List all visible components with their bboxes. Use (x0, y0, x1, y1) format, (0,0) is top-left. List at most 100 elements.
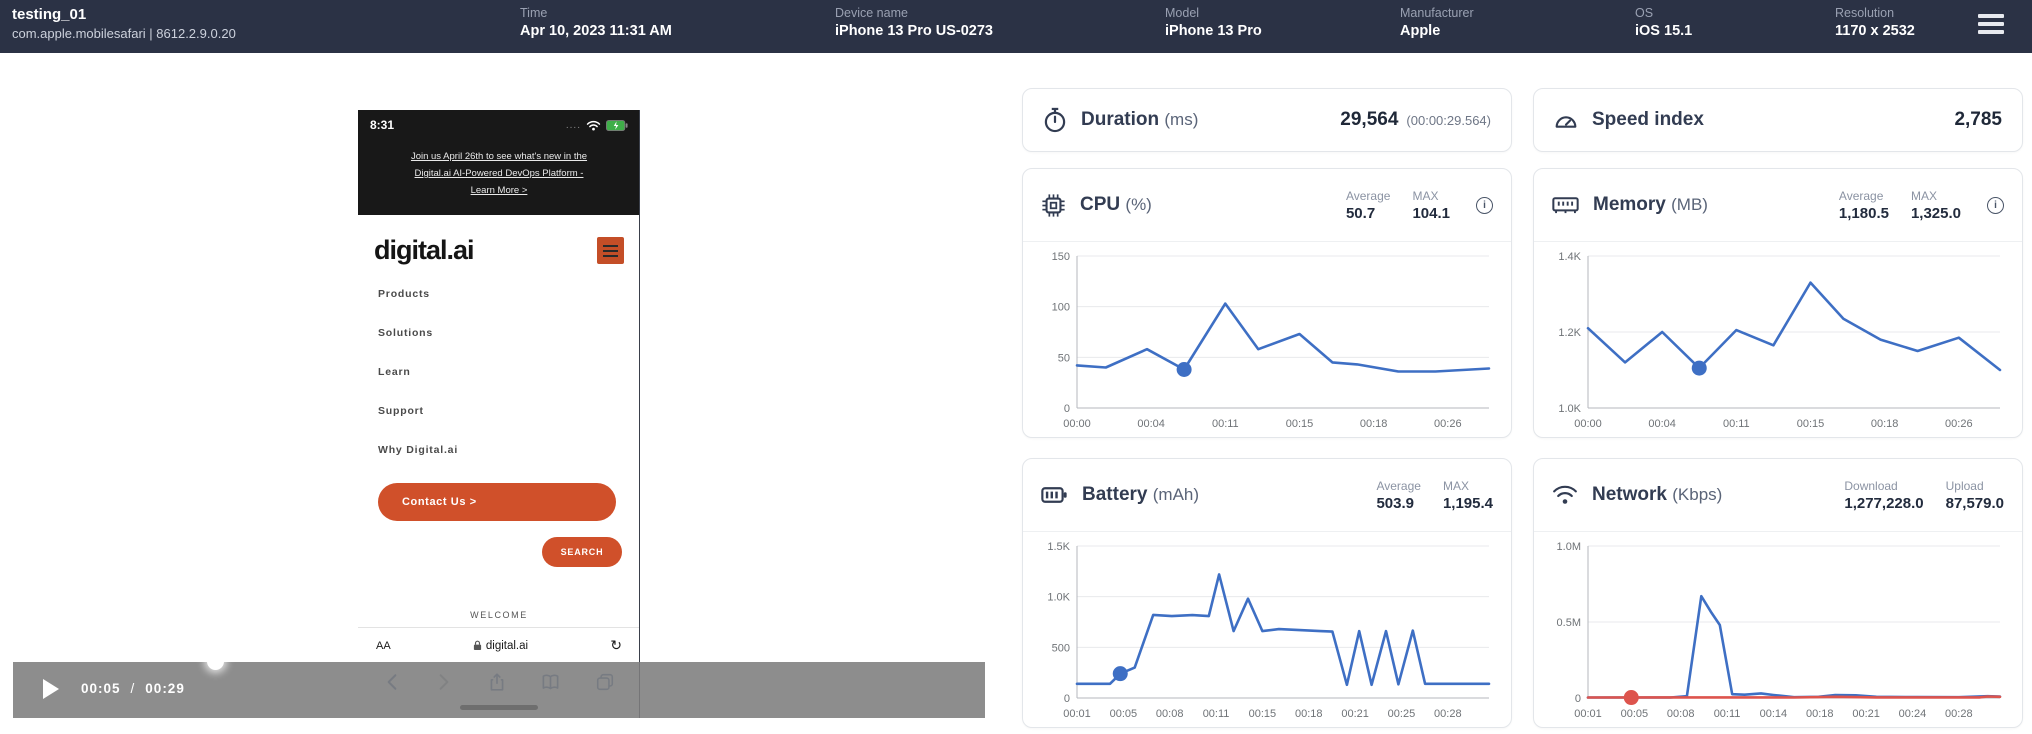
network-wifi-icon (1553, 485, 1577, 504)
svg-text:1.0K: 1.0K (1558, 403, 1581, 415)
wifi-icon (586, 120, 601, 131)
time-display: 00:05 / 00:29 (81, 681, 185, 696)
svg-text:00:26: 00:26 (1434, 418, 1462, 430)
test-identity: testing_01 com.apple.mobilesafari | 8612… (12, 6, 236, 41)
field-label: Resolution (1835, 6, 1895, 20)
battery-chart: 0 500 1.0K 1.5K 00:01 00:05 00:08 00:11 00:15 00:… (1047, 541, 1491, 720)
svg-text:00:04: 00:04 (1137, 418, 1165, 430)
cpu-max: MAX 104.1 (1412, 188, 1450, 222)
svg-text:00:21: 00:21 (1341, 708, 1369, 720)
field-label: Manufacturer (1400, 6, 1474, 20)
play-button[interactable] (43, 679, 59, 699)
field-value: 1170 x 2532 (1835, 23, 1915, 39)
network-card: Network (Kbps) Download 1,277,228.0 Uploa… (1533, 458, 2023, 728)
cpu-chip-icon (1042, 193, 1065, 217)
contact-us-button: Contact Us > (378, 483, 616, 522)
svg-text:00:00: 00:00 (1574, 418, 1602, 430)
hamburger-menu-icon[interactable] (1978, 14, 2008, 40)
speed-gauge-icon (1555, 116, 1577, 128)
svg-text:00:28: 00:28 (1434, 708, 1462, 720)
cpu-unit: (%) (1125, 195, 1152, 214)
svg-text:00:28: 00:28 (1945, 708, 1973, 720)
svg-text:150: 150 (1052, 251, 1070, 263)
battery-unit: (mAh) (1152, 485, 1200, 504)
info-icon[interactable]: i (1987, 196, 2004, 214)
svg-text:00:11: 00:11 (1723, 418, 1750, 430)
network-unit: (Kbps) (1672, 485, 1723, 504)
duration-value: 29,564 (1340, 109, 1399, 130)
network-upload: Upload 87,579.0 (1945, 478, 2004, 512)
svg-text:00:00: 00:00 (1063, 418, 1091, 430)
svg-text:00:08: 00:08 (1667, 708, 1695, 720)
time-separator: / (130, 681, 136, 696)
header-field-time: Time Apr 10, 2023 11:31 AM (520, 6, 672, 39)
memory-ram-icon (1552, 197, 1579, 214)
safari-url-bar: AA digital.ai ↻ (358, 627, 640, 662)
svg-text:1.2K: 1.2K (1558, 327, 1581, 339)
duration-title: Duration (ms) (1081, 109, 1199, 130)
svg-text:00:24: 00:24 (1899, 708, 1927, 720)
svg-text:00:21: 00:21 (1852, 708, 1880, 720)
header-field-device-name: Device name iPhone 13 Pro US-0273 (835, 6, 993, 39)
memory-card-header: Memory (MB) Average 1,180.5 MAX 1,325.0 i (1534, 169, 2022, 242)
info-icon[interactable]: i (1476, 196, 1493, 214)
svg-text:1.5K: 1.5K (1047, 541, 1070, 553)
battery-max: MAX 1,195.4 (1442, 478, 1493, 512)
promo-line: Join us April 26th to see what's new in … (410, 151, 588, 162)
cpu-card: CPU (%) Average 50.7 MAX 104.1 i 0 50 100 150… (1022, 168, 1512, 438)
svg-text:00:08: 00:08 (1156, 708, 1184, 720)
field-value: iOS 15.1 (1635, 23, 1693, 39)
seek-handle[interactable] (207, 653, 224, 670)
nav-item-products: Products (378, 288, 430, 301)
url-text: digital.ai (485, 639, 529, 652)
battery-average: Average 503.9 (1376, 478, 1421, 512)
header-field-model: Model iPhone 13 Pro (1165, 6, 1262, 39)
text-size-control: AA (376, 639, 391, 652)
digitalai-logo: digital.ai (374, 235, 475, 266)
svg-text:1.0M: 1.0M (1557, 541, 1581, 553)
memory-chart: 1.0K 1.2K 1.4K 00:00 00:04 00:11 00:15 00:18 00:… (1558, 251, 2002, 430)
test-name: testing_01 (12, 6, 87, 23)
site-menu-icon (597, 237, 624, 265)
nav-item-solutions: Solutions (378, 327, 434, 340)
svg-text:00:26: 00:26 (1945, 418, 1973, 430)
speed-index-value: 2,785 (1954, 109, 2002, 130)
memory-unit: (MB) (1671, 195, 1708, 214)
svg-text:0: 0 (1575, 693, 1581, 705)
svg-text:50: 50 (1058, 352, 1070, 364)
svg-text:00:11: 00:11 (1212, 418, 1239, 430)
svg-text:00:18: 00:18 (1295, 708, 1323, 720)
field-label: Model (1165, 6, 1200, 20)
battery-charging-icon (606, 119, 628, 131)
refresh-icon: ↻ (610, 637, 622, 654)
phone-status-bar: 8:31 .... (358, 110, 640, 140)
duration-unit: (ms) (1164, 110, 1199, 129)
network-card-header: Network (Kbps) Download 1,277,228.0 Uploa… (1534, 459, 2022, 532)
device-screen-video: 8:31 .... Join us April 26th to see what… (358, 110, 640, 718)
svg-text:00:18: 00:18 (1871, 418, 1899, 430)
svg-text:00:04: 00:04 (1648, 418, 1676, 430)
header-field-resolution: Resolution 1170 x 2532 (1835, 6, 1915, 39)
header-field-manufacturer: Manufacturer Apple (1400, 6, 1474, 39)
cpu-card-header: CPU (%) Average 50.7 MAX 104.1 i (1023, 169, 1511, 242)
nav-item-learn: Learn (378, 366, 411, 379)
device-info-header: testing_01 com.apple.mobilesafari | 8612… (0, 0, 2032, 53)
duration-formatted: (00:00:29.564) (1406, 112, 1491, 128)
search-button: SEARCH (542, 537, 622, 568)
svg-text:00:05: 00:05 (1621, 708, 1649, 720)
svg-text:00:18: 00:18 (1360, 418, 1388, 430)
video-control-bar[interactable]: 00:05 / 00:29 (13, 653, 985, 718)
phone-status-icons: .... (565, 119, 628, 131)
battery-card-header: Battery (mAh) Average 503.9 MAX 1,195.4 (1023, 459, 1511, 532)
cellular-signal-icon: .... (565, 119, 581, 131)
svg-text:0: 0 (1064, 403, 1070, 415)
stopwatch-icon (1044, 107, 1066, 133)
battery-card: Battery (mAh) Average 503.9 MAX 1,195.4 0 5… (1022, 458, 1512, 728)
test-app-id: com.apple.mobilesafari | 8612.2.9.0.20 (12, 26, 236, 41)
field-value: Apr 10, 2023 11:31 AM (520, 23, 672, 39)
svg-text:1.0K: 1.0K (1047, 592, 1070, 604)
current-time: 00:05 (81, 681, 121, 696)
svg-text:00:11: 00:11 (1203, 708, 1230, 720)
battery-title: Battery (mAh) (1082, 484, 1200, 505)
cpu-chart: 0 50 100 150 00:00 00:04 00:11 00:15 00:18 00:26 (1052, 251, 1491, 430)
